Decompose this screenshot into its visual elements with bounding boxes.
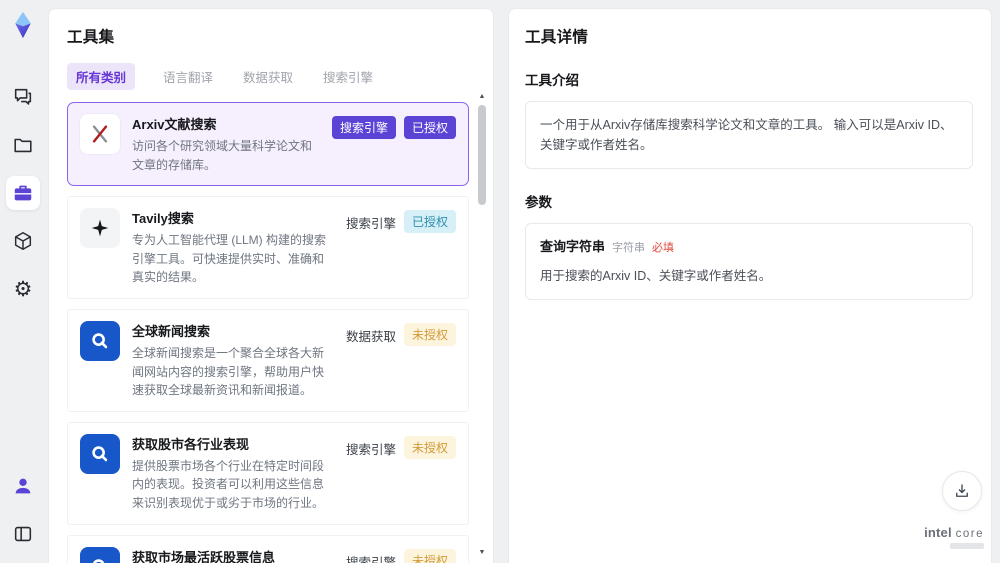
scroll-down-icon[interactable]: ▼ (479, 549, 486, 557)
tool-name: Tavily搜索 (132, 211, 194, 227)
tool-list: Arxiv文献搜索 访问各个研究领域大量科学论文和文章的存储库。 搜索引擎 已授… (67, 102, 469, 563)
sidebar-item-settings[interactable]: ⚙ (6, 272, 40, 306)
brand-subtext (950, 543, 984, 549)
gear-icon: ⚙ (13, 277, 33, 301)
tool-name: 全球新闻搜索 (132, 323, 211, 339)
chat-icon (14, 88, 32, 105)
tool-desc: 专为人工智能代理 (LLM) 构建的搜索引擎工具。可快速提供实时、准确和真实的结… (132, 233, 327, 285)
tab-search-engine[interactable]: 搜索引擎 (321, 63, 375, 90)
category-label: 搜索引擎 (345, 217, 396, 232)
download-button[interactable] (942, 471, 982, 511)
toolbox-icon (14, 185, 32, 201)
collapse-panel-button[interactable] (6, 517, 40, 551)
brand-intel: intel (924, 525, 952, 540)
active-stock-icon (80, 546, 120, 563)
auth-status-badge: 未授权 (403, 435, 456, 459)
category-label: 数据获取 (345, 329, 396, 344)
auth-status-badge: 已授权 (403, 210, 456, 234)
sparkle-icon (80, 208, 120, 249)
sidebar-item-files[interactable] (6, 128, 40, 162)
download-icon (956, 484, 968, 497)
tab-data-fetch[interactable]: 数据获取 (241, 63, 295, 90)
tool-name: Arxiv文献搜索 (132, 117, 217, 132)
category-tabs: 所有类别 语言翻译 数据获取 搜索引擎 (67, 63, 469, 90)
scroll-up-icon[interactable]: ▲ (479, 93, 486, 101)
tab-all-categories[interactable]: 所有类别 (67, 63, 136, 90)
param-required-badge: 必填 (652, 242, 675, 254)
scrollbar-thumb[interactable] (478, 105, 486, 205)
arxiv-icon (80, 114, 120, 154)
param-box: 查询字符串 字符串 必填 用于搜索的Arxiv ID、关键字或作者姓名。 (525, 223, 973, 300)
page-title: 工具集 (67, 29, 115, 46)
category-label: 搜索引擎 (345, 442, 396, 457)
tool-desc: 访问各个研究领域大量科学论文和文章的存储库。 (132, 139, 313, 172)
category-badge: 搜索引擎 (331, 116, 396, 139)
sidebar-item-tools[interactable] (6, 176, 40, 210)
folder-icon (14, 138, 32, 153)
sidebar-item-packages[interactable] (6, 224, 40, 258)
sidebar-item-account[interactable] (6, 469, 40, 503)
tool-name: 获取股市各行业表现 (132, 436, 250, 452)
intro-box: 一个用于从Arxiv存储库搜索科学论文和文章的工具。 输入可以是Arxiv ID… (525, 101, 973, 169)
tool-list-panel: 工具集 所有类别 语言翻译 数据获取 搜索引擎 Arxiv文献搜索 访问各个研究… (48, 8, 494, 563)
news-search-icon (80, 320, 120, 361)
tool-card-tavily[interactable]: Tavily搜索 专为人工智能代理 (LLM) 构建的搜索引擎工具。可快速提供实… (67, 196, 469, 299)
tool-name: 获取市场最活跃股票信息 (132, 549, 276, 563)
tool-card-global-news[interactable]: 全球新闻搜索 全球新闻搜索是一个聚合全球各大新闻网站内容的搜索引擎，帮助用户快速… (67, 308, 469, 412)
cube-icon (14, 232, 32, 250)
params-heading: 参数 (525, 195, 552, 210)
tool-detail-panel: 工具详情 工具介绍 一个用于从Arxiv存储库搜索科学论文和文章的工具。 输入可… (508, 8, 992, 563)
auth-status-badge: 已授权 (403, 116, 456, 139)
tab-translation[interactable]: 语言翻译 (161, 63, 215, 90)
param-desc: 用于搜索的Arxiv ID、关键字或作者姓名。 (540, 268, 772, 283)
category-label: 搜索引擎 (345, 555, 396, 563)
app-logo-icon (8, 10, 38, 40)
panel-toggle-icon (14, 526, 32, 542)
tool-card-arxiv[interactable]: Arxiv文献搜索 访问各个研究领域大量科学论文和文章的存储库。 搜索引擎 已授… (67, 102, 469, 187)
tool-card-active-stocks[interactable]: 获取市场最活跃股票信息 提供当天交易量最高的股票列表，投资者可以利用这些信息来识… (67, 534, 469, 563)
tool-list-scrollbar[interactable]: ▲ ▼ (477, 93, 487, 557)
tool-desc: 提供股票市场各个行业在特定时间段内的表现。投资者可以利用这些信息来识别表现优于或… (132, 458, 325, 510)
param-type: 字符串 (612, 242, 646, 254)
auth-status-badge: 未授权 (403, 322, 456, 346)
user-icon (15, 478, 31, 494)
intro-heading: 工具介绍 (525, 73, 579, 88)
tool-card-stock-sector[interactable]: 获取股市各行业表现 提供股票市场各个行业在特定时间段内的表现。投资者可以利用这些… (67, 421, 469, 525)
intel-core-logo: intel core (924, 525, 984, 549)
stock-sector-icon (80, 433, 120, 474)
app-rail: ⚙ (0, 0, 46, 563)
brand-core: core (955, 528, 984, 540)
param-name: 查询字符串 (540, 239, 606, 254)
tool-desc: 全球新闻搜索是一个聚合全球各大新闻网站内容的搜索引擎，帮助用户快速获取全球最新资… (132, 345, 325, 398)
detail-title: 工具详情 (525, 29, 589, 46)
auth-status-badge: 未授权 (403, 548, 456, 563)
sidebar-item-chat[interactable] (6, 80, 40, 114)
